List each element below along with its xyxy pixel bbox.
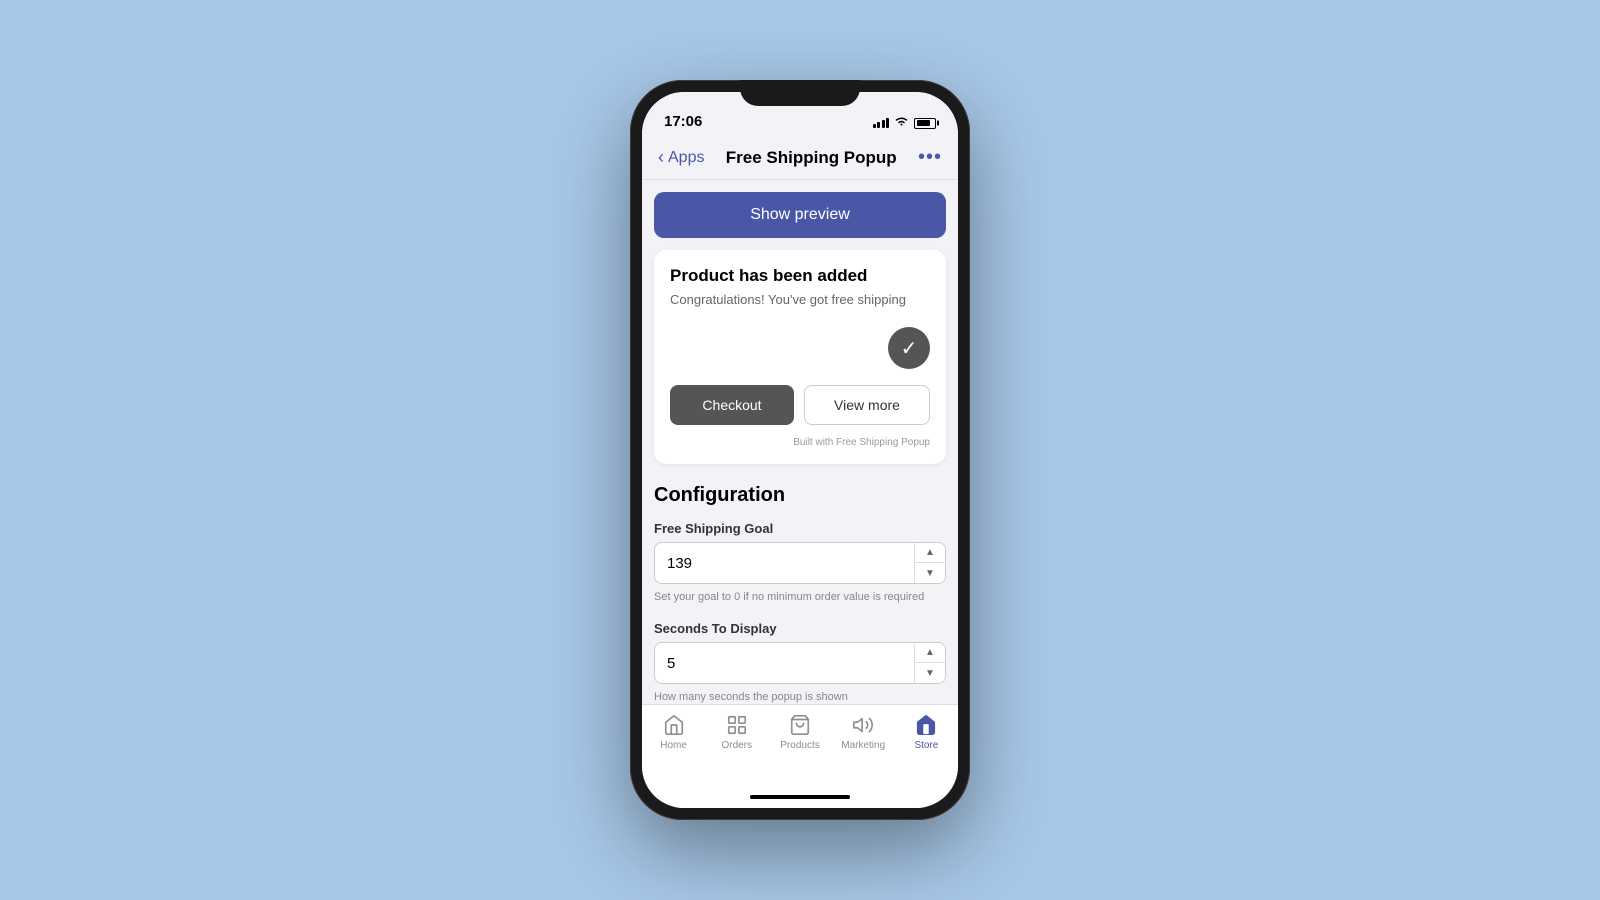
- tab-orders[interactable]: Orders: [705, 713, 768, 751]
- seconds-to-display-increment[interactable]: ▲: [915, 643, 945, 663]
- wifi-icon: [894, 116, 909, 130]
- seconds-to-display-input-wrap: ▲ ▼: [654, 642, 946, 684]
- chevron-left-icon: ‹: [658, 147, 664, 168]
- tab-products[interactable]: Products: [768, 713, 831, 751]
- built-with-label: Built with Free Shipping Popup: [670, 437, 930, 448]
- tab-store-label: Store: [914, 740, 938, 751]
- phone-screen: 17:06: [642, 92, 958, 808]
- check-icon: ✓: [901, 336, 918, 361]
- free-shipping-goal-input-wrap: ▲ ▼: [654, 542, 946, 584]
- navigation-bar: ‹ Apps Free Shipping Popup •••: [642, 136, 958, 180]
- scroll-content: Show preview Product has been added Cong…: [642, 180, 958, 704]
- products-icon: [788, 713, 812, 737]
- tab-bar: Home Orders: [642, 704, 958, 786]
- tab-store[interactable]: Store: [895, 713, 958, 751]
- checkout-button[interactable]: Checkout: [670, 385, 794, 425]
- status-icons: [873, 116, 937, 130]
- phone-device: 17:06: [630, 80, 970, 820]
- free-shipping-goal-label: Free Shipping Goal: [654, 521, 946, 536]
- seconds-to-display-label: Seconds To Display: [654, 621, 946, 636]
- free-shipping-goal-increment[interactable]: ▲: [915, 543, 945, 563]
- marketing-icon: [851, 713, 875, 737]
- preview-card-title: Product has been added: [670, 266, 930, 286]
- configuration-title: Configuration: [654, 484, 946, 507]
- tab-marketing-label: Marketing: [841, 740, 885, 751]
- tab-home-label: Home: [660, 740, 687, 751]
- preview-card-subtitle: Congratulations! You've got free shippin…: [670, 292, 930, 307]
- preview-card: Product has been added Congratulations! …: [654, 250, 946, 464]
- free-shipping-goal-input[interactable]: [655, 545, 914, 582]
- tab-home[interactable]: Home: [642, 713, 705, 751]
- view-more-button[interactable]: View more: [804, 385, 930, 425]
- tab-marketing[interactable]: Marketing: [832, 713, 895, 751]
- free-shipping-goal-hint: Set your goal to 0 if no minimum order v…: [654, 590, 946, 605]
- back-button[interactable]: ‹ Apps: [658, 147, 704, 168]
- seconds-to-display-decrement[interactable]: ▼: [915, 663, 945, 683]
- more-button[interactable]: •••: [918, 146, 942, 169]
- page-title: Free Shipping Popup: [726, 148, 897, 168]
- orders-icon: [725, 713, 749, 737]
- tab-products-label: Products: [780, 740, 819, 751]
- seconds-to-display-hint: How many seconds the popup is shown: [654, 690, 946, 704]
- seconds-to-display-input[interactable]: [655, 645, 914, 682]
- battery-icon: [914, 118, 936, 129]
- store-icon: [914, 713, 938, 737]
- signal-icon: [873, 118, 890, 128]
- home-indicator-bar: [750, 795, 850, 799]
- show-preview-button[interactable]: Show preview: [654, 192, 946, 238]
- home-icon: [662, 713, 686, 737]
- seconds-to-display-stepper: ▲ ▼: [914, 643, 945, 683]
- tab-orders-label: Orders: [722, 740, 753, 751]
- back-label: Apps: [668, 149, 704, 167]
- status-time: 17:06: [664, 113, 702, 130]
- free-shipping-goal-decrement[interactable]: ▼: [915, 563, 945, 583]
- configuration-section: Configuration Free Shipping Goal ▲ ▼ Set…: [654, 484, 946, 704]
- home-indicator: [642, 786, 958, 808]
- free-shipping-goal-stepper: ▲ ▼: [914, 543, 945, 583]
- preview-actions: Checkout View more: [670, 385, 930, 425]
- phone-notch: [740, 80, 860, 106]
- checkmark-badge: ✓: [888, 327, 930, 369]
